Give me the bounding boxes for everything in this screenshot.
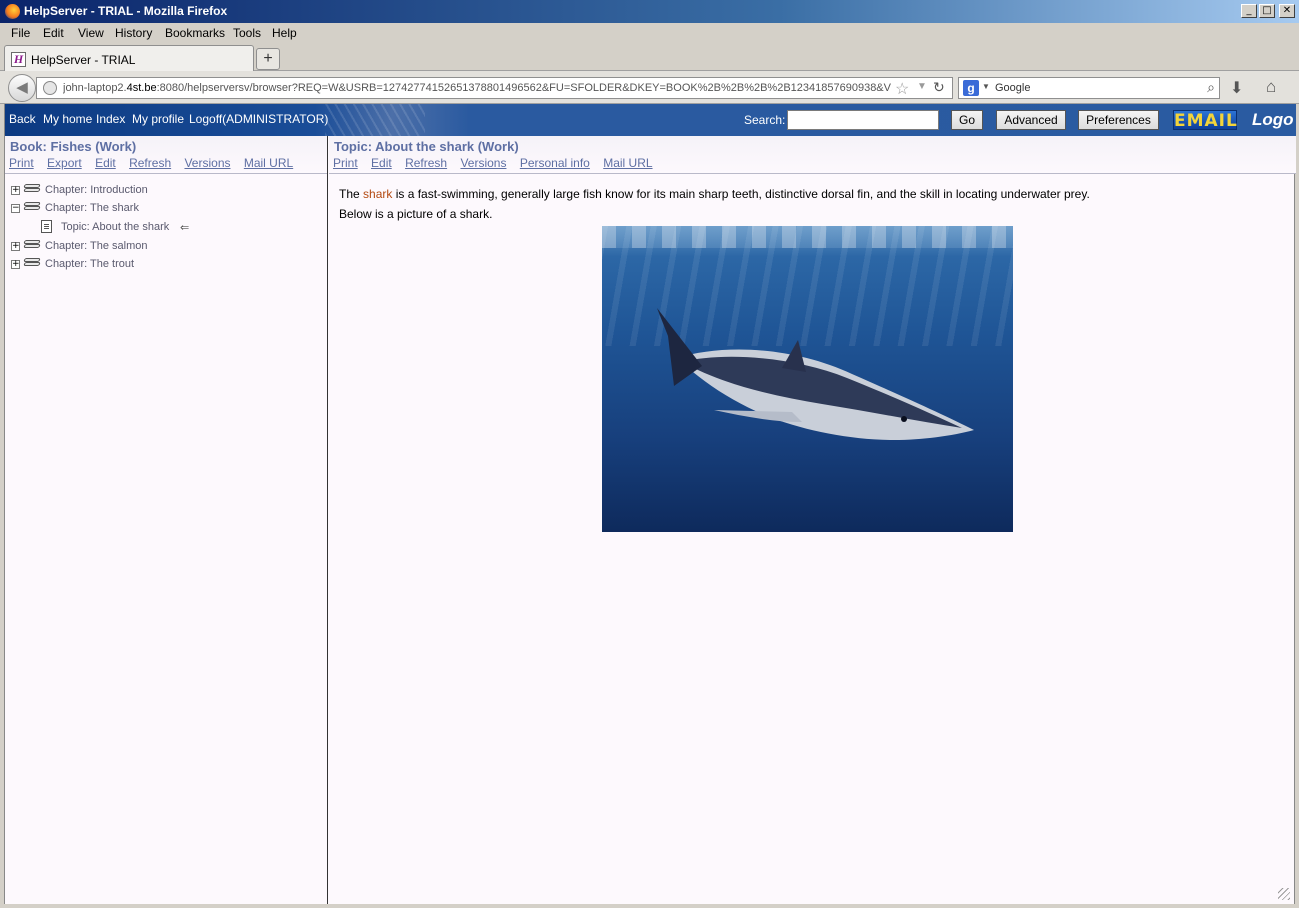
app-header: Back My home Index My profile Logoff(ADM… bbox=[5, 104, 1296, 136]
menu-bookmarks[interactable]: Bookmarks bbox=[165, 26, 225, 40]
nav-my-home-link[interactable]: My home bbox=[43, 112, 92, 126]
topic-paragraph: Below is a picture of a shark. bbox=[339, 207, 493, 221]
chapter-book-icon bbox=[23, 182, 41, 196]
menu-view[interactable]: View bbox=[78, 26, 104, 40]
nav-my-profile-link[interactable]: My profile bbox=[132, 112, 184, 126]
search-label: Search: bbox=[744, 113, 786, 127]
chapter-book-icon bbox=[23, 256, 41, 270]
topic-mail-url-link[interactable]: Mail URL bbox=[603, 156, 652, 170]
home-icon[interactable]: ⌂ bbox=[1266, 77, 1276, 97]
collapse-icon[interactable]: − bbox=[11, 204, 20, 213]
book-actions: Print Export Edit Refresh Versions Mail … bbox=[9, 156, 303, 170]
bookmark-star-icon[interactable]: ☆ bbox=[895, 79, 909, 99]
topic-refresh-link[interactable]: Refresh bbox=[405, 156, 447, 170]
url-prefix: john-laptop2. bbox=[63, 82, 127, 94]
url-rest: :8080/helpserversv/browser?REQ=W&USRB=12… bbox=[156, 82, 891, 94]
topic-print-link[interactable]: Print bbox=[333, 156, 358, 170]
expand-icon[interactable]: + bbox=[11, 186, 20, 195]
tree-item-label[interactable]: Chapter: The trout bbox=[45, 258, 134, 270]
topic-paragraph: The shark is a fast-swimming, generally … bbox=[339, 184, 1279, 204]
menu-bar: File Edit View History Bookmarks Tools H… bbox=[0, 23, 1299, 43]
tree-item-label[interactable]: Chapter: The salmon bbox=[45, 240, 148, 252]
book-refresh-link[interactable]: Refresh bbox=[129, 156, 171, 170]
web-search-box[interactable]: g ▼ Google ⌕ bbox=[958, 77, 1220, 99]
close-icon[interactable]: ✕ bbox=[1279, 4, 1295, 18]
back-arrow-icon[interactable]: ◀ bbox=[8, 74, 36, 102]
reload-icon[interactable]: ↻ bbox=[933, 79, 945, 96]
magnifier-icon[interactable]: ⌕ bbox=[1207, 79, 1215, 96]
logo: Logo bbox=[1252, 110, 1294, 129]
tree-item-label[interactable]: Chapter: The shark bbox=[45, 202, 139, 214]
topic-versions-link[interactable]: Versions bbox=[460, 156, 506, 170]
email-logo-icon[interactable]: EMAIL bbox=[1173, 110, 1237, 131]
tree-item-label[interactable]: Chapter: Introduction bbox=[45, 184, 148, 196]
expand-icon[interactable]: + bbox=[11, 260, 20, 269]
tab-bar: H HelpServer - TRIAL + bbox=[0, 43, 1299, 72]
chapter-book-icon bbox=[23, 200, 41, 214]
firefox-icon bbox=[5, 4, 20, 19]
resize-grip-icon[interactable] bbox=[1278, 888, 1290, 900]
url-domain: 4st.be bbox=[126, 82, 157, 94]
topic-actions: Print Edit Refresh Versions Personal inf… bbox=[333, 156, 663, 170]
shark-keyword-link[interactable]: shark bbox=[363, 187, 392, 201]
menu-history[interactable]: History bbox=[115, 26, 152, 40]
download-icon[interactable]: ⬇ bbox=[1230, 78, 1243, 98]
engine-dropdown-icon[interactable]: ▼ bbox=[982, 82, 990, 91]
search-input[interactable] bbox=[787, 110, 939, 130]
tab-helpserver[interactable]: H HelpServer - TRIAL bbox=[4, 45, 254, 72]
paragraph-text: The bbox=[339, 187, 364, 201]
topic-edit-link[interactable]: Edit bbox=[371, 156, 392, 170]
book-pane-header: Book: Fishes (Work) Print Export Edit Re… bbox=[5, 136, 327, 174]
nav-back-link[interactable]: Back bbox=[9, 112, 36, 126]
book-edit-link[interactable]: Edit bbox=[95, 156, 116, 170]
navigation-toolbar: john-laptop2.4st.be:8080/helpserversv/br… bbox=[0, 71, 1299, 104]
topic-pane: Topic: About the shark (Work) Print Edit… bbox=[329, 136, 1296, 904]
shark-picture bbox=[602, 226, 1013, 532]
expand-icon[interactable]: + bbox=[11, 242, 20, 251]
chapter-book-icon bbox=[23, 238, 41, 252]
new-tab-button[interactable]: + bbox=[256, 48, 280, 70]
url-text[interactable]: john-laptop2.4st.be:8080/helpserversv/br… bbox=[63, 82, 891, 94]
url-dropdown-icon[interactable]: ▼ bbox=[917, 81, 927, 92]
window-controls: _ □ ✕ bbox=[1241, 4, 1295, 18]
book-mail-url-link[interactable]: Mail URL bbox=[244, 156, 293, 170]
maximize-icon[interactable]: □ bbox=[1259, 4, 1275, 18]
advanced-button[interactable]: Advanced bbox=[996, 110, 1066, 130]
tab-title: HelpServer - TRIAL bbox=[31, 53, 136, 67]
window-titlebar: HelpServer - TRIAL - Mozilla Firefox _ □… bbox=[0, 0, 1299, 23]
header-decoration bbox=[325, 104, 425, 136]
helpserver-favicon-icon: H bbox=[11, 52, 26, 67]
shark-illustration bbox=[657, 308, 974, 440]
current-topic-arrow-icon: ⇐ bbox=[180, 222, 190, 234]
topic-personal-info-link[interactable]: Personal info bbox=[520, 156, 590, 170]
topic-pane-header: Topic: About the shark (Work) Print Edit… bbox=[329, 136, 1296, 174]
tree-item-label[interactable]: Topic: About the shark bbox=[61, 221, 169, 233]
topic-document-icon bbox=[41, 220, 52, 233]
book-versions-link[interactable]: Versions bbox=[184, 156, 230, 170]
search-engine-placeholder: Google bbox=[995, 82, 1031, 94]
book-print-link[interactable]: Print bbox=[9, 156, 34, 170]
menu-file[interactable]: File bbox=[11, 26, 30, 40]
go-button[interactable]: Go bbox=[951, 110, 983, 130]
site-identity-icon[interactable] bbox=[43, 81, 57, 95]
google-engine-icon[interactable]: g bbox=[963, 80, 979, 96]
book-title: Book: Fishes (Work) bbox=[10, 139, 137, 154]
topic-content: The shark is a fast-swimming, generally … bbox=[339, 184, 1279, 224]
paragraph-text: is a fast-swimming, generally large fish… bbox=[392, 187, 1090, 201]
web-page: Back My home Index My profile Logoff(ADM… bbox=[4, 104, 1296, 904]
nav-index-link[interactable]: Index bbox=[96, 112, 125, 126]
menu-help[interactable]: Help bbox=[272, 26, 297, 40]
preferences-button[interactable]: Preferences bbox=[1078, 110, 1159, 130]
window-title: HelpServer - TRIAL - Mozilla Firefox bbox=[24, 4, 228, 18]
menu-tools[interactable]: Tools bbox=[233, 26, 261, 40]
topic-title: Topic: About the shark (Work) bbox=[334, 139, 519, 154]
nav-logoff-link[interactable]: Logoff(ADMINISTRATOR) bbox=[189, 112, 328, 126]
book-export-link[interactable]: Export bbox=[47, 156, 82, 170]
book-pane: Book: Fishes (Work) Print Export Edit Re… bbox=[5, 136, 328, 904]
minimize-icon[interactable]: _ bbox=[1241, 4, 1257, 18]
menu-edit[interactable]: Edit bbox=[43, 26, 64, 40]
url-bar[interactable]: john-laptop2.4st.be:8080/helpserversv/br… bbox=[36, 77, 953, 99]
